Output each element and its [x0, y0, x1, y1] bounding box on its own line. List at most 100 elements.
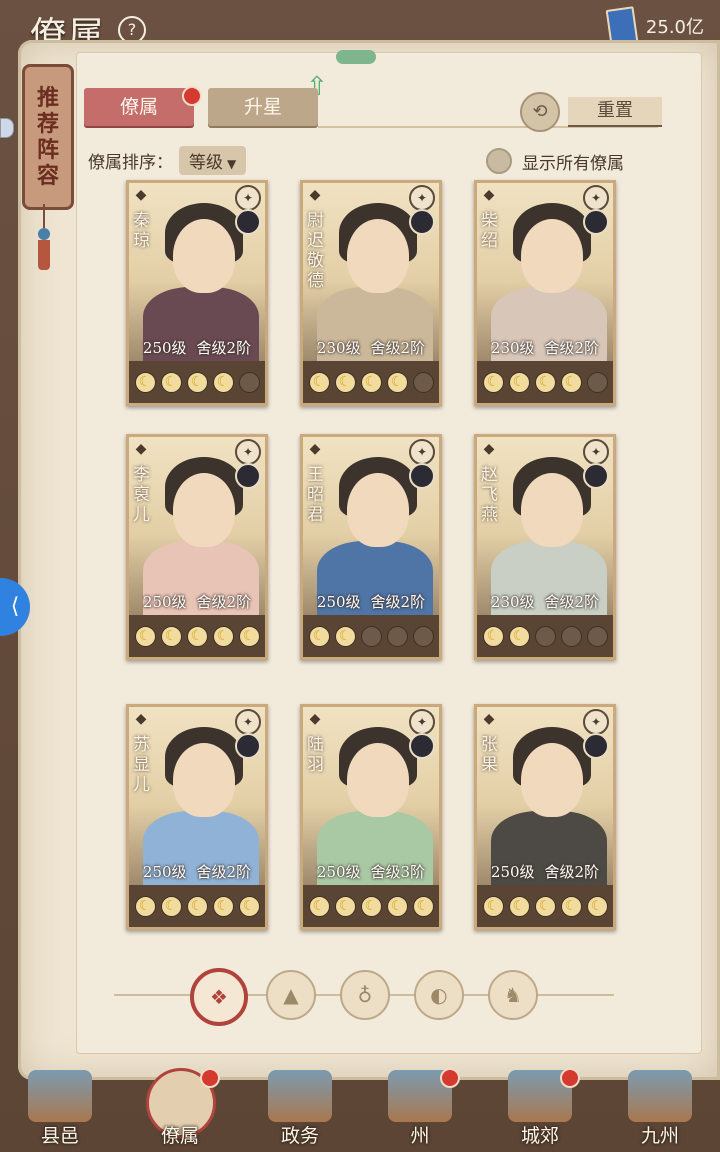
- partner-avatar: [583, 209, 609, 235]
- nav-item[interactable]: 九州: [608, 1064, 712, 1152]
- card-rank: 舍级2阶: [196, 593, 252, 611]
- skill-icon: ✦: [409, 185, 435, 211]
- filter-button[interactable]: ❖: [190, 968, 248, 1026]
- nav-label: 县邑: [40, 1125, 79, 1147]
- card-level: 250级: [316, 863, 361, 881]
- reset-button[interactable]: ⟲ 重置: [520, 92, 662, 132]
- card-name-char: 陆: [307, 735, 324, 755]
- class-icon: ◆: [483, 187, 495, 203]
- card-name: 张果: [481, 735, 501, 775]
- card-name-char: 飞: [481, 485, 498, 505]
- moon-empty-icon: [412, 625, 434, 647]
- card-level: 250级: [142, 339, 187, 357]
- class-icon: ◆: [483, 441, 495, 457]
- moon-empty-icon: [534, 625, 556, 647]
- moon-empty-icon: [560, 625, 582, 647]
- moon-lit-icon: ☾: [534, 371, 556, 393]
- partner-avatar: [583, 463, 609, 489]
- class-icon: ◆: [309, 187, 321, 203]
- card-name-char: 德: [307, 271, 324, 291]
- edge-handle[interactable]: [0, 118, 14, 138]
- class-icon: ◆: [309, 711, 321, 727]
- nav-item[interactable]: 政务: [248, 1064, 352, 1152]
- subordinate-card[interactable]: ◆ ✦ 李裒儿 250级 舍级2阶 ☾ ☾ ☾ ☾ ☾: [126, 434, 268, 660]
- portrait-face: [173, 743, 235, 817]
- card-level: 250级: [142, 593, 187, 611]
- partner-avatar: [409, 209, 435, 235]
- nav-icon: [28, 1070, 92, 1122]
- show-all-radio[interactable]: [486, 148, 512, 174]
- moon-lit-icon: ☾: [386, 371, 408, 393]
- subordinate-card[interactable]: ◆ ✦ 柴绍 230级 舍级2阶 ☾ ☾ ☾ ☾: [474, 180, 616, 406]
- card-name-char: 儿: [133, 505, 150, 525]
- filter-button[interactable]: ♁: [340, 970, 390, 1020]
- moon-row: ☾ ☾: [303, 619, 439, 653]
- moon-lit-icon: ☾: [560, 371, 582, 393]
- notification-dot: [560, 1068, 580, 1088]
- moon-lit-icon: ☾: [386, 895, 408, 917]
- card-rank: 舍级2阶: [544, 863, 600, 881]
- nav-item[interactable]: 县邑: [8, 1064, 112, 1152]
- subordinate-card[interactable]: ◆ ✦ 尉迟敬德 230级 舍级2阶 ☾ ☾ ☾ ☾: [300, 180, 442, 406]
- card-name-char: 张: [481, 735, 498, 755]
- tassel-decoration: [37, 204, 51, 270]
- card-stats: 250级 舍级2阶: [477, 861, 613, 885]
- portrait-face: [521, 219, 583, 293]
- portrait-face: [347, 219, 409, 293]
- recommended-lineup-bookmark[interactable]: 推荐阵容: [22, 64, 74, 210]
- moon-lit-icon: ☾: [308, 625, 330, 647]
- drag-handle[interactable]: [336, 50, 376, 64]
- card-stats: 230级 舍级2阶: [477, 591, 613, 615]
- subordinate-card[interactable]: ◆ ✦ 陆羽 250级 舍级3阶 ☾ ☾ ☾ ☾ ☾: [300, 704, 442, 930]
- card-rank: 舍级2阶: [544, 339, 600, 357]
- moon-lit-icon: ☾: [482, 371, 504, 393]
- card-name-char: 柴: [481, 211, 498, 231]
- card-name: 柴绍: [481, 211, 501, 251]
- moon-empty-icon: [386, 625, 408, 647]
- nav-item[interactable]: 僚属: [128, 1064, 232, 1152]
- subordinate-card[interactable]: ◆ ✦ 张果 250级 舍级2阶 ☾ ☾ ☾ ☾ ☾: [474, 704, 616, 930]
- filter-button[interactable]: ◐: [414, 970, 464, 1020]
- moon-row: ☾ ☾ ☾ ☾: [477, 365, 613, 399]
- card-stats: 250级 舍级2阶: [129, 337, 265, 361]
- subordinate-card[interactable]: ◆ ✦ 王昭君 250级 舍级2阶 ☾ ☾: [300, 434, 442, 660]
- card-name-char: 赵: [481, 465, 498, 485]
- moon-lit-icon: ☾: [360, 371, 382, 393]
- partner-avatar: [235, 209, 261, 235]
- tab-star-up[interactable]: 升星: [208, 88, 318, 126]
- reset-label: 重置: [568, 97, 662, 127]
- subordinate-card[interactable]: ◆ ✦ 赵飞燕 230级 舍级2阶 ☾ ☾: [474, 434, 616, 660]
- tab-subordinates[interactable]: 僚属: [84, 88, 194, 126]
- card-rank: 舍级2阶: [196, 339, 252, 357]
- filter-button[interactable]: ▲: [266, 970, 316, 1020]
- moon-row: ☾ ☾ ☾ ☾ ☾: [129, 889, 265, 923]
- show-all-toggle[interactable]: 显示所有僚属: [486, 148, 624, 174]
- subordinate-card[interactable]: ◆ ✦ 苏显儿 250级 舍级2阶 ☾ ☾ ☾ ☾ ☾: [126, 704, 268, 930]
- bookmark-char: 容: [36, 163, 59, 189]
- subordinate-card[interactable]: ◆ ✦ 秦琼 250级 舍级2阶 ☾ ☾ ☾ ☾: [126, 180, 268, 406]
- moon-empty-icon: [360, 625, 382, 647]
- filter-button[interactable]: ♞: [488, 970, 538, 1020]
- moon-row: ☾ ☾ ☾ ☾ ☾: [477, 889, 613, 923]
- partner-avatar: [409, 733, 435, 759]
- card-name-char: 迟: [307, 231, 324, 251]
- moon-lit-icon: ☾: [308, 371, 330, 393]
- card-level: 250级: [490, 863, 535, 881]
- sort-dropdown[interactable]: 等级 ▼: [179, 146, 247, 175]
- nav-item[interactable]: 城郊: [488, 1064, 592, 1152]
- card-level: 250级: [316, 593, 361, 611]
- card-name: 尉迟敬德: [307, 211, 327, 291]
- nav-item[interactable]: 州: [368, 1064, 472, 1152]
- skill-icon: ✦: [235, 709, 261, 735]
- gourd-icon: ♁: [357, 983, 373, 1007]
- skill-icon: ✦: [235, 439, 261, 465]
- moon-lit-icon: ☾: [308, 895, 330, 917]
- moon-lit-icon: ☾: [186, 895, 208, 917]
- moon-lit-icon: ☾: [212, 371, 234, 393]
- moon-lit-icon: ☾: [334, 625, 356, 647]
- card-name: 苏显儿: [133, 735, 153, 795]
- moon-lit-icon: ☾: [508, 625, 530, 647]
- diamond-grid-icon: ❖: [210, 985, 228, 1009]
- nav-label: 州: [410, 1125, 430, 1147]
- moon-empty-icon: [586, 625, 608, 647]
